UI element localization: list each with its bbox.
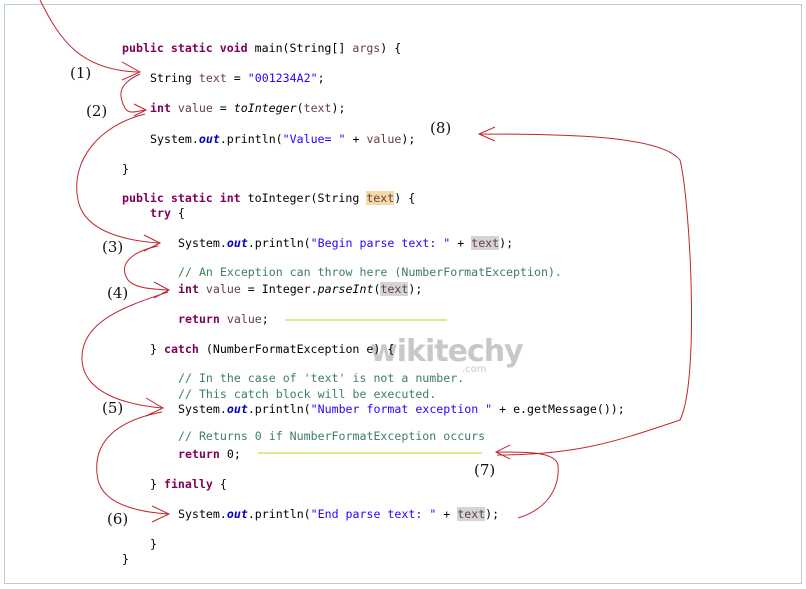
step-label-6: (6) bbox=[107, 510, 129, 528]
arrow-step-3 bbox=[76, 113, 162, 252]
step-label-8: (8) bbox=[430, 119, 452, 137]
step-label-2: (2) bbox=[86, 102, 108, 120]
arrow-step-2 bbox=[120, 73, 148, 117]
step-label-1: (1) bbox=[70, 64, 92, 82]
step-label-4: (4) bbox=[107, 284, 129, 302]
arrow-step-8 bbox=[477, 126, 693, 456]
arrow-step-6 bbox=[96, 411, 171, 523]
arrow-step-5 bbox=[81, 291, 169, 417]
arrow-step-7 bbox=[494, 444, 559, 519]
step-label-5: (5) bbox=[102, 399, 124, 417]
step-label-3: (3) bbox=[102, 238, 124, 256]
code-flow-diagram: wikitechy .com public static void main(S… bbox=[0, 0, 806, 589]
step-label-7: (7) bbox=[474, 461, 496, 479]
arrow-step-4 bbox=[124, 245, 171, 299]
